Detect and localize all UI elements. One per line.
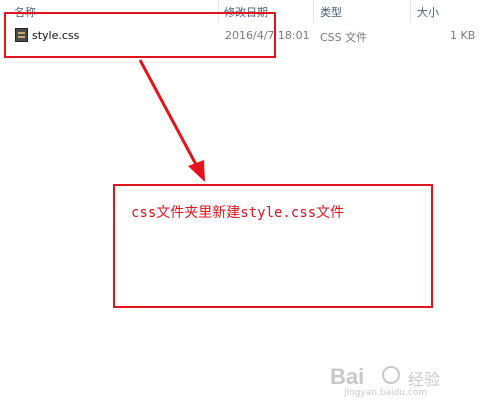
baidu-watermark: Bai 经验 jingyan.baidu.com <box>330 360 490 400</box>
watermark-label: 经验 <box>408 370 441 389</box>
annotation-text: css文件夹里新建style.css文件 <box>131 205 345 221</box>
annotation-box: css文件夹里新建style.css文件 <box>113 184 433 308</box>
arrow-head <box>188 160 205 182</box>
watermark-logo: Bai <box>330 364 365 389</box>
arrow-shaft <box>138 59 202 173</box>
watermark-url: jingyan.baidu.com <box>344 388 428 398</box>
paw-icon <box>382 366 400 384</box>
